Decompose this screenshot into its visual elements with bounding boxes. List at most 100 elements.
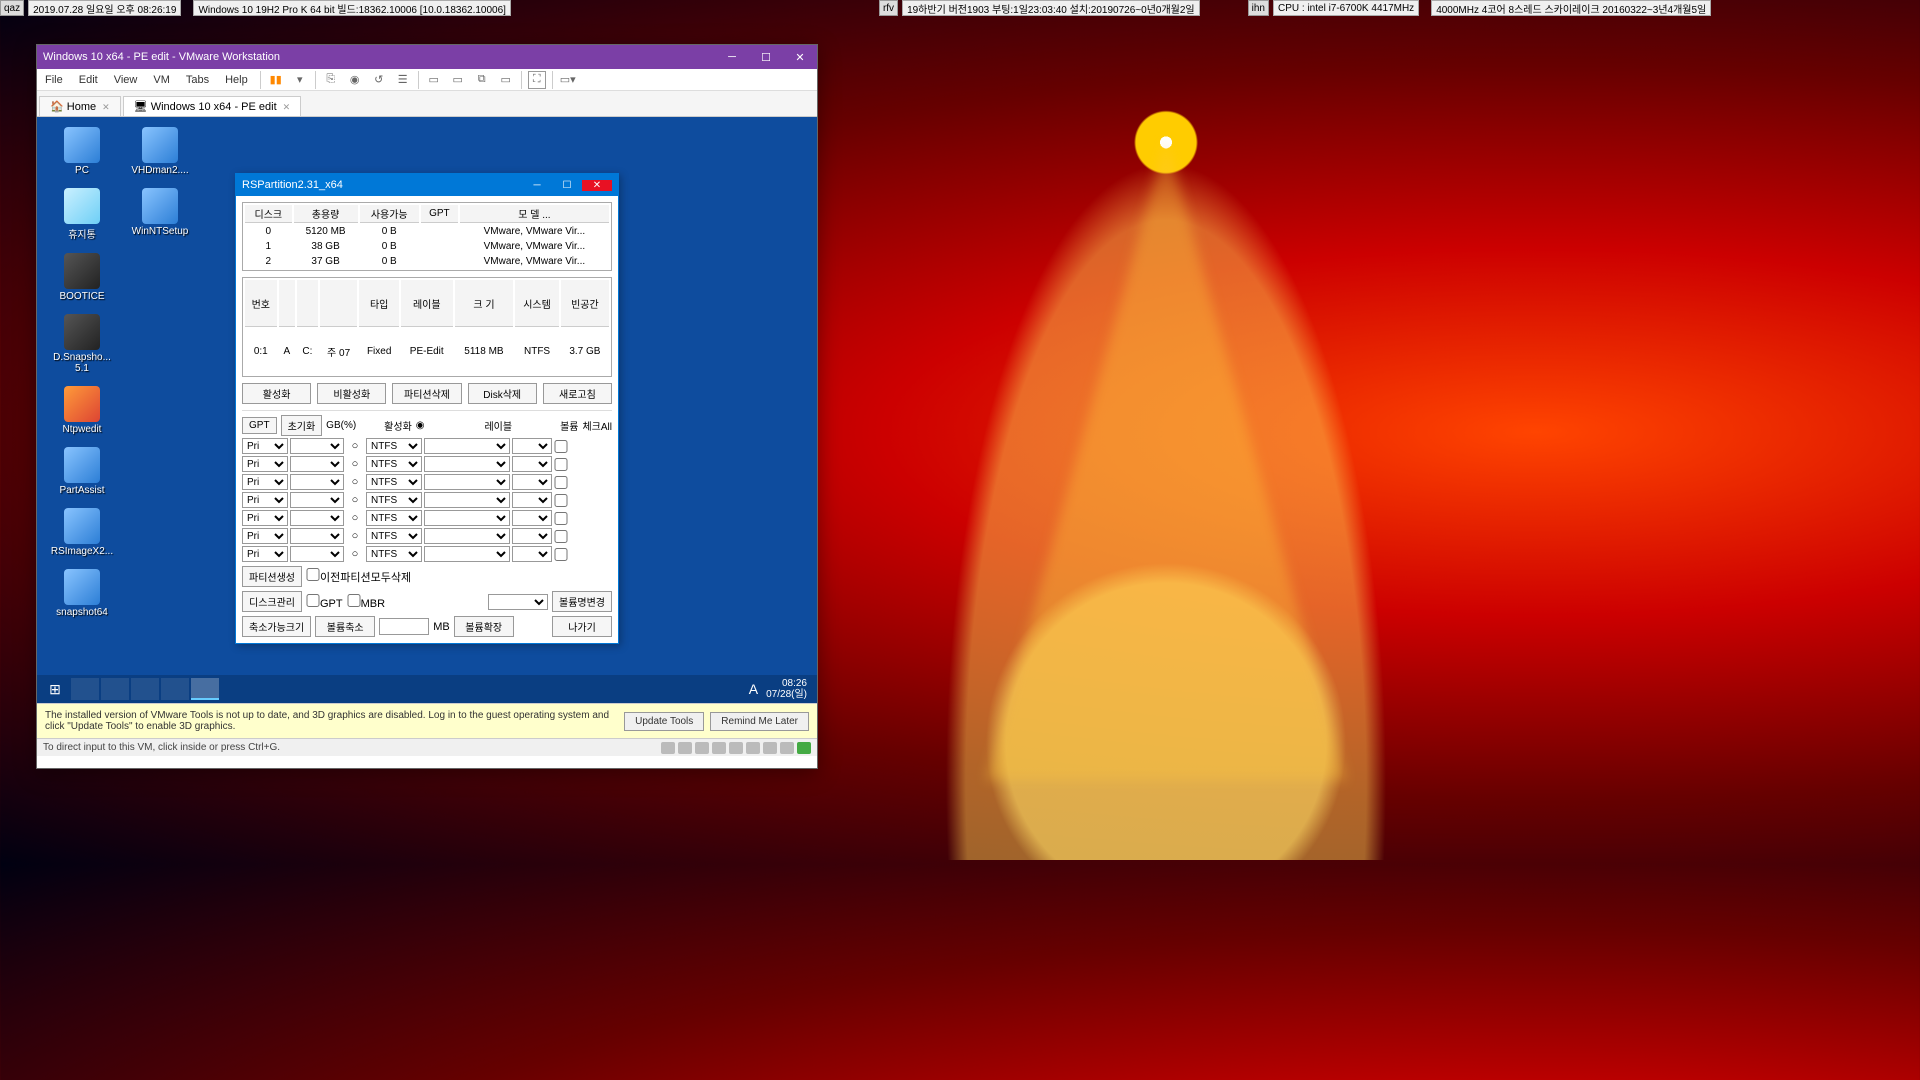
fs-select[interactable]: NTFS [366,438,422,454]
device-icon[interactable] [661,742,675,754]
label-select[interactable] [424,438,510,454]
minimize-button[interactable]: ─ [522,180,552,191]
column-header[interactable]: 시스템 [515,280,559,327]
fs-select[interactable]: NTFS [366,510,422,526]
pri-select[interactable]: Pri [242,474,288,490]
device-icon[interactable] [780,742,794,754]
pri-select[interactable]: Pri [242,528,288,544]
ime-indicator[interactable]: A [741,681,766,697]
gpt-button[interactable]: GPT [242,417,277,434]
task-explorer[interactable] [101,678,129,700]
desktop-icon[interactable]: VHDman2.... [121,127,199,176]
revert-icon[interactable]: ↺ [370,71,388,89]
row-checkbox[interactable] [554,548,568,561]
column-header[interactable]: 빈공간 [561,280,609,327]
column-header[interactable] [297,280,318,327]
tab-home[interactable]: 🏠 Home✕ [39,96,121,116]
desktop-icon[interactable]: PartAssist [43,447,121,496]
fs-select[interactable]: NTFS [366,456,422,472]
label-select[interactable] [424,528,510,544]
desktop-icon[interactable]: Ntpwedit [43,386,121,435]
column-header[interactable]: 총용량 [294,205,358,223]
size-select[interactable] [290,456,344,472]
column-header[interactable] [279,280,295,327]
device-icon[interactable] [695,742,709,754]
column-header[interactable]: GPT [421,205,458,223]
close-button[interactable]: ✕ [783,45,817,69]
gpt-checkbox[interactable]: GPT [306,594,343,610]
pri-select[interactable]: Pri [242,492,288,508]
volume-rename-button[interactable]: 볼륨명변경 [552,591,612,612]
disk-table[interactable]: 디스크총용량사용가능GPT모 델 ...05120 MB0 BVMware, V… [242,202,612,271]
active-radio[interactable]: ○ [346,530,364,542]
fs-select[interactable]: NTFS [366,492,422,508]
row-checkbox[interactable] [554,512,568,525]
row-checkbox[interactable] [554,458,568,471]
active-radio[interactable]: ○ [346,512,364,524]
size-select[interactable] [290,438,344,454]
vol-select[interactable] [512,492,552,508]
remind-later-button[interactable]: Remind Me Later [710,712,809,731]
column-header[interactable] [320,280,358,327]
table-row[interactable]: 0:1AC:주 07FixedPE-Edit5118 MBNTFS3.7 GB [245,329,609,374]
row-checkbox[interactable] [554,440,568,453]
label-select[interactable] [424,492,510,508]
close-icon[interactable]: ✕ [102,102,110,112]
device-icon[interactable] [712,742,726,754]
menu-help[interactable]: Help [217,74,256,86]
view-icon[interactable]: ▭ [425,71,443,89]
task-app2[interactable] [161,678,189,700]
table-row[interactable]: 05120 MB0 BVMware, VMware Vir... [245,225,609,238]
maximize-button[interactable]: ☐ [749,45,783,69]
stretch-icon[interactable]: ▭▾ [559,71,577,89]
pri-select[interactable]: Pri [242,456,288,472]
menu-edit[interactable]: Edit [71,74,106,86]
fullscreen-icon[interactable]: ⛶ [528,71,546,89]
size-select[interactable] [290,474,344,490]
size-select[interactable] [290,528,344,544]
column-header[interactable]: 타입 [359,280,398,327]
active-radio[interactable]: ○ [346,476,364,488]
device-icon[interactable] [729,742,743,754]
tab-vm[interactable]: 🖥 Windows 10 x64 - PE edit✕ [123,96,302,116]
update-tools-button[interactable]: Update Tools [624,712,704,731]
desktop-icon[interactable]: WinNTSetup [121,188,199,237]
manage-icon[interactable]: ☰ [394,71,412,89]
fs-select[interactable]: NTFS [366,528,422,544]
vol-select[interactable] [512,474,552,490]
start-button[interactable]: ⊞ [41,678,69,700]
column-header[interactable]: 사용가능 [360,205,419,223]
desktop-icon[interactable]: snapshot64 [43,569,121,618]
vmware-titlebar[interactable]: Windows 10 x64 - PE edit - VMware Workst… [37,45,817,69]
desktop-icon[interactable]: BOOTICE [43,253,121,302]
fs-select[interactable]: NTFS [366,474,422,490]
snapshot-icon[interactable]: ◉ [346,71,364,89]
label-select[interactable] [424,546,510,562]
label-select[interactable] [424,510,510,526]
action-button[interactable]: 비활성화 [317,383,386,404]
mb-input[interactable] [379,618,429,635]
close-button[interactable]: ✕ [582,180,612,191]
desktop-icon[interactable]: RSImageX2... [43,508,121,557]
task-app1[interactable] [131,678,159,700]
action-button[interactable]: 파티션삭제 [392,383,461,404]
unity-icon[interactable]: ⧉ [473,71,491,89]
device-icon[interactable] [746,742,760,754]
table-row[interactable]: 138 GB0 BVMware, VMware Vir... [245,240,609,253]
pri-select[interactable]: Pri [242,510,288,526]
task-cmd[interactable] [71,678,99,700]
pri-select[interactable]: Pri [242,546,288,562]
volume-expand-button[interactable]: 볼륨확장 [454,616,514,637]
size-select[interactable] [290,546,344,562]
action-button[interactable]: 활성화 [242,383,311,404]
column-header[interactable]: 디스크 [245,205,292,223]
desktop-icon[interactable]: D.Snapsho...5.1 [43,314,121,374]
active-radio[interactable]: ○ [346,548,364,560]
multi-icon[interactable]: ▭ [449,71,467,89]
menu-view[interactable]: View [106,74,146,86]
partition-table[interactable]: 번호타입레이블크 기시스템빈공간0:1AC:주 07FixedPE-Edit51… [242,277,612,377]
row-checkbox[interactable] [554,494,568,507]
active-radio[interactable]: ○ [346,458,364,470]
guest-clock[interactable]: 08:26 07/28(일) [766,678,813,700]
row-checkbox[interactable] [554,476,568,489]
